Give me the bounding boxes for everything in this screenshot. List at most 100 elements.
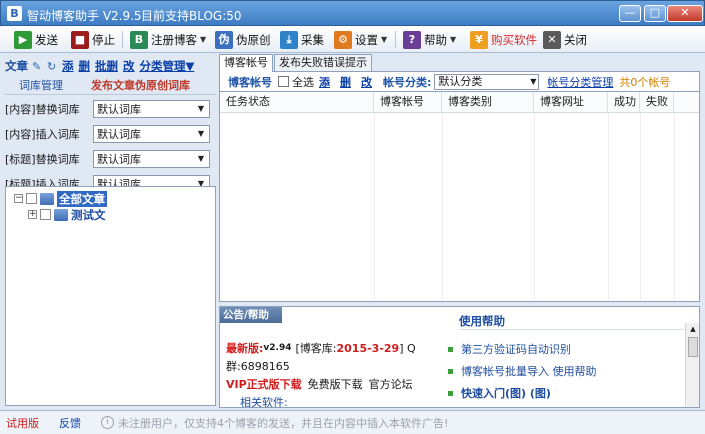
grid-line	[442, 113, 443, 301]
buy-button[interactable]: ¥ 购买软件	[470, 29, 537, 50]
settings-button[interactable]: ⚙ 设置 ▼	[334, 29, 387, 50]
help-link[interactable]: 博客帐号批量导入 使用帮助	[446, 360, 686, 382]
title-replace-select[interactable]: 默认词库 ▼	[93, 150, 210, 168]
batch-delete-link[interactable]: 批删	[95, 58, 118, 74]
tag-icon: ✎	[32, 59, 42, 73]
window-subtitle: 目前支持BLOG:50	[141, 9, 242, 23]
related-software: 相关软件:	[240, 396, 288, 409]
latest-version: v2.94	[263, 343, 292, 353]
account-category-select[interactable]: 默认分类 ▼	[434, 73, 540, 90]
scroll-thumb[interactable]	[688, 337, 698, 357]
feedback-link[interactable]: 反馈	[59, 415, 81, 431]
chevron-down-icon: ▼	[197, 154, 205, 163]
send-button[interactable]: ▶ 发送	[14, 29, 58, 50]
column-header[interactable]: 成功	[608, 92, 640, 112]
category-manage-link[interactable]: 分类管理▼	[140, 58, 195, 74]
app-icon: B	[7, 6, 22, 21]
chevron-down-icon: ▼	[197, 104, 205, 113]
select-all-label[interactable]: 全选	[292, 74, 314, 90]
article-tree[interactable]: − 全部文章 + 测试文	[5, 186, 216, 406]
content-replace-select[interactable]: 默认词库 ▼	[93, 100, 210, 118]
delete-article-link[interactable]: 删	[79, 58, 91, 74]
help-icon: ?	[403, 30, 421, 49]
column-header[interactable]: 博客类别	[442, 92, 534, 112]
tab-announcement[interactable]: 公告/帮助	[220, 307, 282, 323]
category-label: 帐号分类:	[383, 75, 432, 89]
tab-publish-lib[interactable]: 发布文章伪原创词库	[77, 77, 204, 93]
grid-header: 任务状态 博客帐号 博客类别 博客网址 成功 失败	[220, 92, 699, 113]
free-download-link[interactable]: 免费版下载	[308, 376, 363, 392]
add-article-link[interactable]: 添	[62, 58, 74, 74]
grid-line	[534, 113, 535, 301]
folder-icon	[54, 208, 68, 221]
refresh-icon: ↻	[47, 59, 57, 73]
minimize-button[interactable]: —	[619, 5, 641, 22]
folder-icon	[40, 192, 54, 205]
help-link[interactable]: 第三方验证码自动识别	[446, 338, 686, 360]
help-link[interactable]: 快速入门(图) (图)	[446, 382, 686, 404]
account-category-manage-link[interactable]: 帐号分类管理	[547, 74, 613, 90]
column-header[interactable]: 博客网址	[534, 92, 608, 112]
toolbar-separator	[122, 31, 123, 48]
column-header[interactable]: 博客帐号	[374, 92, 442, 112]
select-all-checkbox[interactable]	[278, 76, 289, 87]
pseudo-original-button[interactable]: 伪 伪原创	[215, 29, 271, 50]
help-button[interactable]: ? 帮助 ▼	[403, 29, 456, 50]
tree-node-test[interactable]: + 测试文	[28, 207, 106, 222]
lib-row: [内容]插入词库 默认词库 ▼	[5, 123, 216, 145]
column-header[interactable]: 失败	[640, 92, 674, 112]
collapse-icon[interactable]: −	[14, 194, 23, 203]
close-window-button[interactable]: ✕	[667, 5, 703, 22]
stop-icon: ■	[71, 30, 89, 49]
toolbar-separator	[395, 31, 396, 48]
scroll-up-icon[interactable]: ▲	[686, 323, 700, 336]
latest-version-label: 最新版:	[226, 342, 264, 355]
vip-download-link[interactable]: VIP正式版下载	[226, 376, 302, 392]
left-panel: 文章 ✎ ↻ 添 删 批删 改 分类管理▼ 词库管理 发布文章伪原创词库 [内容…	[5, 56, 216, 406]
tab-lib-manage[interactable]: 词库管理	[5, 77, 77, 93]
collect-icon: ⤓	[280, 30, 298, 49]
window-title: 智动博客助手 V2.9.5	[27, 9, 142, 23]
close-button[interactable]: ✕ 关闭	[543, 29, 587, 50]
article-toolbar: 文章 ✎ ↻ 添 删 批删 改 分类管理▼	[5, 56, 216, 75]
chevron-down-icon: ▼	[200, 35, 207, 44]
column-header[interactable]: 任务状态	[220, 92, 374, 112]
gear-icon: ⚙	[334, 30, 352, 49]
checkbox[interactable]	[26, 193, 37, 204]
account-count: 共0个帐号	[619, 75, 671, 89]
add-account-link[interactable]: 添	[319, 74, 330, 90]
close-icon: ✕	[543, 30, 561, 49]
checkbox[interactable]	[40, 209, 51, 220]
collect-button[interactable]: ⤓ 采集	[280, 29, 324, 50]
spin-icon: 伪	[215, 30, 233, 49]
tab-blog-accounts[interactable]: 博客帐号	[219, 54, 273, 72]
account-grid[interactable]: 任务状态 博客帐号 博客类别 博客网址 成功 失败	[219, 92, 700, 302]
bullet-icon	[448, 368, 453, 374]
grid-line	[674, 113, 675, 301]
content-insert-select[interactable]: 默认词库 ▼	[93, 125, 210, 143]
register-blog-button[interactable]: B 注册博客 ▼	[130, 29, 206, 50]
edit-article-link[interactable]: 改	[123, 58, 135, 74]
grid-line	[374, 113, 375, 301]
edit-account-link[interactable]: 改	[361, 74, 372, 90]
maximize-button[interactable]: □	[644, 5, 666, 22]
tab-publish-errors[interactable]: 发布失败错误提示	[274, 54, 372, 71]
group-number: 群:6898165	[226, 360, 290, 373]
expand-icon[interactable]: +	[28, 210, 37, 219]
delete-account-link[interactable]: 删	[340, 74, 351, 90]
chevron-down-icon: ▼	[530, 76, 537, 86]
trial-badge: 试用版	[6, 416, 39, 430]
stop-button[interactable]: ■ 停止	[71, 29, 115, 50]
tree-node-all[interactable]: − 全部文章	[14, 190, 107, 207]
blog-icon: B	[130, 30, 148, 49]
title-bar: B 智动博客助手 V2.9.5 目前支持BLOG:50 — □ ✕	[0, 0, 705, 26]
grid-line	[640, 113, 641, 301]
right-tabs: 博客帐号 发布失败错误提示	[219, 54, 700, 72]
forum-link[interactable]: 官方论坛	[369, 376, 413, 392]
bullet-icon	[448, 390, 453, 396]
usage-help: 使用帮助 第三方验证码自动识别 博客帐号批量导入 使用帮助 快速入门(图) (图…	[446, 313, 686, 404]
help-scrollbar[interactable]: ▲	[685, 323, 699, 407]
lib-row: [标题]替换词库 默认词库 ▼	[5, 148, 216, 170]
help-panel: 公告/帮助 最新版: v2.94 [博客库: 2015-3-29 ] Q 群:6…	[219, 306, 700, 409]
usage-help-title: 使用帮助	[459, 313, 686, 330]
